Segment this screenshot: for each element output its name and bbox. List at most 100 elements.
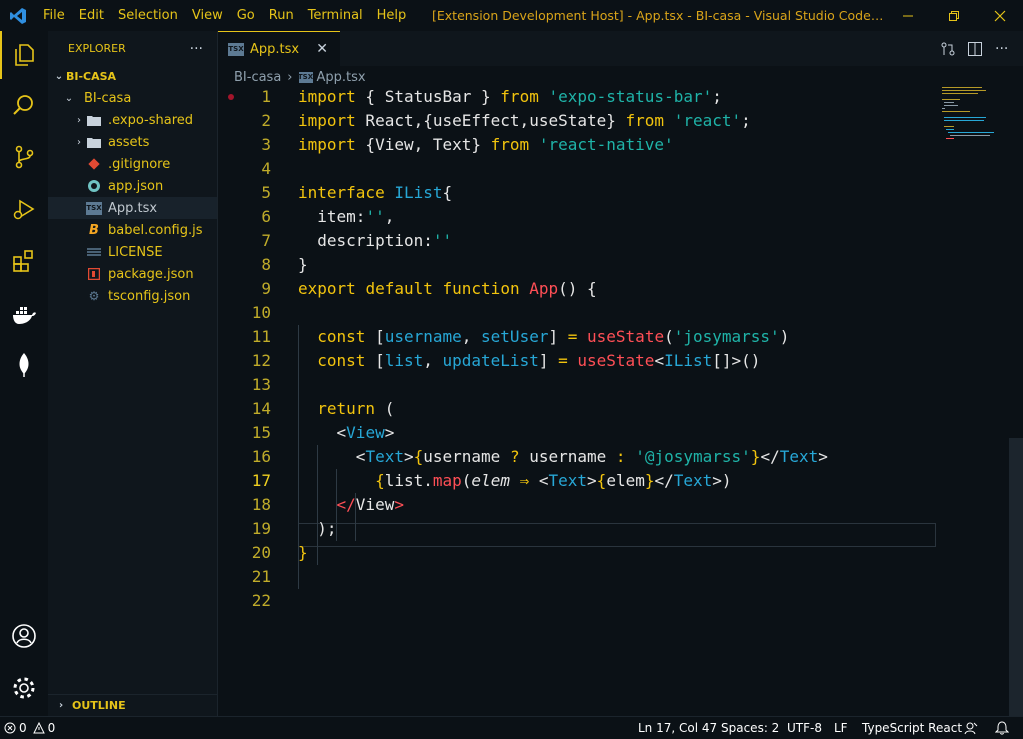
code-line: 18 </View> bbox=[251, 495, 404, 514]
cursor-position[interactable]: Ln 17, Col 47 bbox=[638, 717, 717, 739]
menu-file[interactable]: File bbox=[36, 0, 72, 31]
more-actions-icon[interactable]: ··· bbox=[190, 41, 203, 57]
settings-gear-icon[interactable] bbox=[0, 664, 48, 712]
language-mode[interactable]: TypeScript React bbox=[862, 717, 962, 739]
tsx-icon: TSX bbox=[86, 201, 102, 215]
tab-label: App.tsx bbox=[250, 41, 300, 57]
menu-help[interactable]: Help bbox=[370, 0, 414, 31]
code-line: 4 bbox=[261, 159, 271, 178]
tree-item-app-tsx[interactable]: TSX App.tsx bbox=[48, 197, 217, 219]
tree-item-app-json[interactable]: app.json bbox=[48, 175, 217, 197]
code-line: 11 const [username, setUser] = useState(… bbox=[251, 327, 790, 346]
explorer-header: EXPLORER ··· bbox=[48, 31, 217, 66]
chevron-right-icon: › bbox=[287, 69, 293, 85]
code-line: 10 bbox=[251, 303, 271, 322]
chevron-right-icon: › bbox=[77, 114, 81, 126]
code-line: 3 import {View, Text} from 'react-native' bbox=[261, 135, 674, 154]
code-line: 20} bbox=[251, 543, 308, 562]
problems-indicator[interactable]: 0 0 bbox=[4, 717, 55, 739]
feedback-icon[interactable] bbox=[964, 717, 978, 739]
minimize-button[interactable] bbox=[885, 0, 931, 31]
vertical-scrollbar[interactable] bbox=[1009, 88, 1023, 716]
code-line: 15 <View> bbox=[251, 423, 395, 442]
account-icon[interactable] bbox=[0, 612, 48, 660]
code-line: 2 import React,{useEffect,useState} from … bbox=[261, 111, 751, 130]
restore-button[interactable] bbox=[931, 0, 977, 31]
vscode-logo-icon bbox=[0, 0, 36, 31]
tab-app-tsx[interactable]: TSX App.tsx ✕ bbox=[218, 31, 340, 66]
editor-area: TSX App.tsx ✕ ··· BI-casa › TSX App.tsx … bbox=[218, 31, 1023, 716]
menu-selection[interactable]: Selection bbox=[111, 0, 185, 31]
status-bar: 0 0 Ln 17, Col 47 Spaces: 2 UTF-8 LF Typ… bbox=[0, 716, 1023, 739]
notifications-bell-icon[interactable] bbox=[995, 717, 1009, 739]
close-window-button[interactable] bbox=[977, 0, 1023, 31]
code-line: 21 bbox=[251, 567, 271, 586]
code-line: 19 ); bbox=[251, 519, 337, 538]
breadcrumb-file[interactable]: App.tsx bbox=[317, 70, 366, 85]
babel-icon: B bbox=[89, 222, 99, 238]
breadcrumb-folder[interactable]: BI-casa bbox=[234, 70, 281, 85]
explorer-sidebar: EXPLORER ··· ⌄ BI-CASA ⌄ BI-casa › .expo… bbox=[48, 31, 218, 716]
minimap[interactable] bbox=[938, 85, 1008, 145]
docker-icon[interactable] bbox=[0, 291, 48, 339]
tree-item-expo-shared[interactable]: › .expo-shared bbox=[48, 109, 217, 131]
code-line: 16 <Text>{username ? username : '@josyma… bbox=[251, 447, 828, 466]
folder-icon bbox=[86, 112, 102, 128]
warning-icon bbox=[32, 722, 45, 734]
code-line: 14 return ( bbox=[251, 399, 395, 418]
split-editor-icon[interactable] bbox=[967, 31, 983, 66]
activity-bar bbox=[0, 31, 48, 716]
tsx-icon: TSX bbox=[228, 42, 244, 56]
tab-bar: TSX App.tsx ✕ ··· bbox=[218, 31, 1023, 66]
extensions-icon[interactable] bbox=[0, 237, 48, 285]
close-icon[interactable]: ✕ bbox=[316, 41, 328, 57]
code-line: 1 import { StatusBar } from 'expo-status-… bbox=[261, 87, 722, 106]
error-icon bbox=[4, 722, 16, 734]
tree-item-package-json[interactable]: package.json bbox=[48, 263, 217, 285]
window-title: [Extension Development Host] - App.tsx -… bbox=[432, 8, 884, 23]
npm-icon bbox=[86, 266, 102, 282]
chevron-right-icon: › bbox=[77, 136, 81, 148]
explorer-title: EXPLORER bbox=[68, 42, 126, 55]
menu-edit[interactable]: Edit bbox=[72, 0, 111, 31]
code-line: 12 const [list, updateList] = useState<I… bbox=[251, 351, 761, 370]
code-line: 5 interface IList{ bbox=[261, 183, 453, 202]
chevron-right-icon: › bbox=[58, 700, 64, 711]
open-changes-icon[interactable] bbox=[940, 31, 956, 66]
menu-terminal[interactable]: Terminal bbox=[301, 0, 370, 31]
tsx-icon: TSX bbox=[297, 71, 314, 83]
folder-bi-casa[interactable]: ⌄ BI-casa bbox=[48, 87, 217, 109]
code-line: 8} bbox=[261, 255, 308, 274]
tree-item-license[interactable]: LICENSE bbox=[48, 241, 217, 263]
menu-view[interactable]: View bbox=[185, 0, 230, 31]
menu-run[interactable]: Run bbox=[262, 0, 301, 31]
search-icon[interactable] bbox=[0, 81, 48, 129]
mongodb-leaf-icon[interactable] bbox=[0, 341, 48, 389]
folder-icon bbox=[86, 134, 102, 150]
more-actions-icon[interactable]: ··· bbox=[995, 31, 1008, 66]
tree-item-tsconfig[interactable]: ⚙ tsconfig.json bbox=[48, 285, 217, 307]
tree-item-assets[interactable]: › assets bbox=[48, 131, 217, 153]
chevron-down-icon: ⌄ bbox=[54, 70, 64, 82]
encoding[interactable]: UTF-8 bbox=[787, 717, 822, 739]
run-debug-icon[interactable] bbox=[0, 185, 48, 233]
scrollbar-thumb[interactable] bbox=[1009, 438, 1023, 716]
code-line: 9 export default function App() { bbox=[261, 279, 597, 298]
workspace-root[interactable]: ⌄ BI-CASA bbox=[48, 65, 217, 87]
title-bar: File Edit Selection View Go Run Terminal… bbox=[0, 0, 1023, 31]
chevron-down-icon: ⌄ bbox=[64, 92, 74, 104]
tree-item-babel-config[interactable]: B babel.config.js bbox=[48, 219, 217, 241]
tree-item-gitignore[interactable]: .gitignore bbox=[48, 153, 217, 175]
code-line: 7 description:'' bbox=[261, 231, 453, 250]
code-line: 22 bbox=[251, 591, 271, 610]
code-line: 13 bbox=[251, 375, 271, 394]
end-of-line[interactable]: LF bbox=[834, 717, 848, 739]
explorer-icon[interactable] bbox=[0, 31, 48, 79]
menu-go[interactable]: Go bbox=[230, 0, 262, 31]
source-control-icon[interactable] bbox=[0, 133, 48, 181]
git-icon bbox=[86, 156, 102, 172]
indentation[interactable]: Spaces: 2 bbox=[721, 717, 779, 739]
tsconfig-icon: ⚙ bbox=[88, 289, 100, 303]
outline-section-header[interactable]: › OUTLINE bbox=[48, 694, 217, 716]
code-line-current: 17 {list.map(elem ⇒ <Text>{elem}</Text>) bbox=[251, 471, 732, 490]
